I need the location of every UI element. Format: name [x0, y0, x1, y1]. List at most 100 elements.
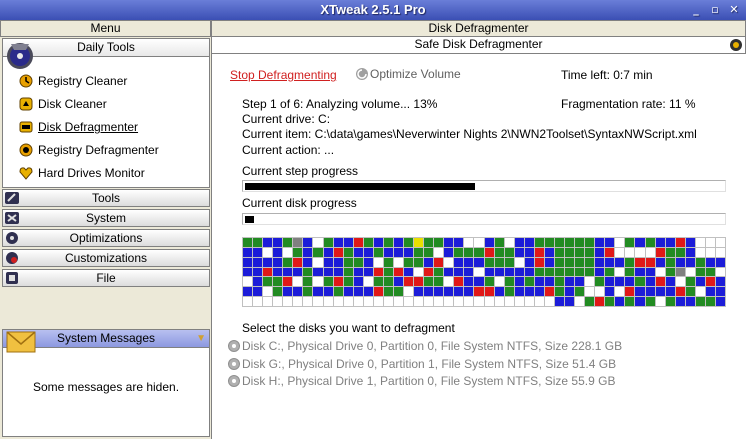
stop-defragmenting-link[interactable]: Stop Defragmenting [230, 68, 337, 82]
cluster-cell [464, 247, 474, 257]
category-system[interactable]: System [2, 209, 210, 227]
cluster-cell [625, 238, 635, 247]
cluster-cell [373, 277, 383, 287]
cluster-cell [524, 238, 534, 247]
cluster-cell [263, 247, 273, 257]
cluster-cell [615, 267, 625, 277]
cluster-cell [484, 257, 494, 267]
cluster-cell [253, 267, 263, 277]
cluster-cell [293, 287, 303, 297]
cluster-cell [675, 257, 685, 267]
category-optimizations[interactable]: Optimizations [2, 229, 210, 247]
tool-label: Registry Cleaner [38, 74, 128, 88]
cluster-cell [715, 267, 725, 277]
cluster-cell [283, 287, 293, 297]
cluster-cell [585, 238, 595, 247]
tools-icon [5, 192, 19, 204]
tool-disk-defragmenter[interactable]: Disk Defragmenter [19, 118, 138, 136]
disk-option-g[interactable]: Disk G:, Physical Drive 0, Partition 1, … [228, 356, 616, 372]
cluster-cell [293, 267, 303, 277]
optimize-volume-button[interactable]: Optimize Volume [355, 67, 461, 81]
cluster-cell [414, 247, 424, 257]
cluster-cell [625, 297, 635, 306]
cluster-cell [554, 247, 564, 257]
cluster-cell [454, 267, 464, 277]
cluster-cell [645, 238, 655, 247]
cluster-cell [544, 247, 554, 257]
cluster-cell [444, 267, 454, 277]
cluster-cell [474, 238, 484, 247]
cluster-cell [243, 287, 253, 297]
disk-option-c[interactable]: Disk C:, Physical Drive 0, Partition 0, … [228, 338, 622, 354]
cluster-cell [645, 247, 655, 257]
cluster-cell [393, 287, 403, 297]
cluster-cell [605, 287, 615, 297]
cluster-cell [283, 297, 293, 306]
cluster-cell [615, 297, 625, 306]
cluster-cell [263, 257, 273, 267]
cluster-cell [605, 238, 615, 247]
cluster-cell [554, 297, 564, 306]
cluster-cell [575, 287, 585, 297]
cluster-cell [424, 247, 434, 257]
cluster-cell [303, 297, 313, 306]
cluster-cell [615, 238, 625, 247]
cluster-cell [534, 297, 544, 306]
cluster-cell [514, 287, 524, 297]
restore-button[interactable]: ▫ [707, 2, 723, 17]
cluster-cell [464, 238, 474, 247]
cluster-cell [504, 247, 514, 257]
tool-hard-drives-monitor[interactable]: Hard Drives Monitor [19, 164, 145, 182]
cluster-cell [715, 277, 725, 287]
cluster-cell [494, 238, 504, 247]
cluster-cell [383, 297, 393, 306]
cluster-cell [494, 277, 504, 287]
cluster-cell [665, 287, 675, 297]
cluster-cell [685, 267, 695, 277]
cluster-cell [373, 247, 383, 257]
cluster-cell [494, 267, 504, 277]
daily-tools-header[interactable]: Daily Tools [3, 39, 209, 69]
cluster-cell [373, 297, 383, 306]
minimize-button[interactable]: _ [688, 2, 704, 17]
cluster-cell [494, 287, 504, 297]
disk-option-h[interactable]: Disk H:, Physical Drive 1, Partition 0, … [228, 373, 615, 389]
cluster-cell [534, 238, 544, 247]
cluster-cell [504, 277, 514, 287]
cluster-cell [504, 297, 514, 306]
cluster-cell [373, 238, 383, 247]
tool-registry-cleaner[interactable]: Registry Cleaner [19, 72, 127, 90]
cluster-cell [313, 267, 323, 277]
cluster-cell [524, 287, 534, 297]
cluster-cell [544, 297, 554, 306]
optimize-icon [356, 68, 368, 80]
category-file[interactable]: File [2, 269, 210, 287]
cluster-cell [263, 297, 273, 306]
tool-disk-cleaner[interactable]: Disk Cleaner [19, 95, 107, 113]
cluster-cell [595, 277, 605, 287]
cluster-cell [605, 277, 615, 287]
cluster-cell [253, 287, 263, 297]
category-tools[interactable]: Tools [2, 189, 210, 207]
cluster-cell [565, 287, 575, 297]
cluster-cell [544, 257, 554, 267]
tool-registry-defragmenter[interactable]: Registry Defragmenter [19, 141, 159, 159]
cluster-cell [393, 297, 403, 306]
help-icon[interactable] [729, 38, 743, 52]
cluster-cell [705, 287, 715, 297]
cluster-cell [695, 297, 705, 306]
disk-label: Disk H:, Physical Drive 1, Partition 0, … [242, 374, 616, 388]
cluster-cell [595, 247, 605, 257]
cluster-cell [575, 267, 585, 277]
cluster-cell [393, 247, 403, 257]
cluster-cell [645, 277, 655, 287]
cluster-cell [705, 297, 715, 306]
chevron-down-icon[interactable]: ▼ [196, 330, 206, 347]
cluster-cell [444, 247, 454, 257]
cluster-cell [675, 277, 685, 287]
cluster-cell [263, 267, 273, 277]
category-customizations[interactable]: Customizations [2, 249, 210, 267]
system-messages-header[interactable]: System Messages ▼ [3, 330, 209, 353]
close-button[interactable]: ✕ [726, 2, 742, 17]
cluster-cell [554, 267, 564, 277]
